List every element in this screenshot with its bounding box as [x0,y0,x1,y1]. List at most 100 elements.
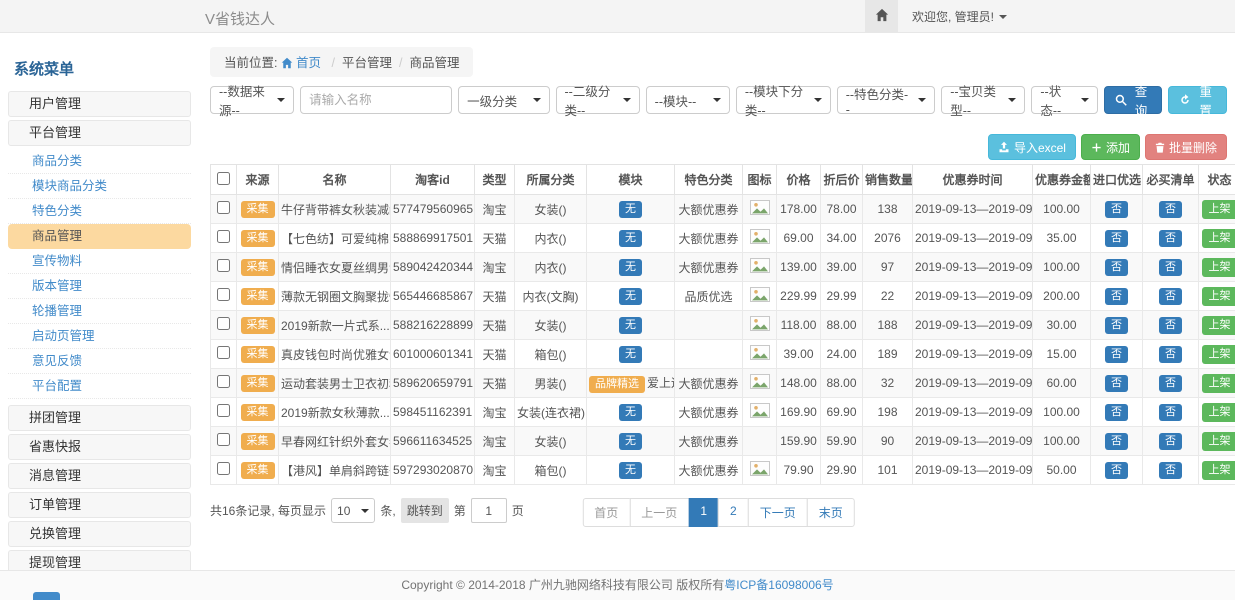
sidebar-item-goods-category[interactable]: 商品分类 [8,149,191,174]
status-badge[interactable]: 上架 [1202,374,1235,393]
row-checkbox[interactable] [217,433,230,446]
item-type-select[interactable]: --宝贝类型-- [941,86,1025,114]
status-badge[interactable]: 上架 [1202,200,1235,219]
status-select[interactable]: --状态-- [1031,86,1097,114]
status-badge[interactable]: 上架 [1202,229,1235,248]
sidebar-item-order-management[interactable]: 订单管理 [8,492,191,518]
back-to-top-button[interactable] [33,592,60,600]
module-badge: 无 [619,288,642,305]
name-input[interactable] [300,86,452,114]
import-select-badge[interactable]: 否 [1105,259,1128,276]
column-header-2: 淘客id [391,165,475,195]
status-badge[interactable]: 上架 [1202,287,1235,306]
sidebar-item-feature-category[interactable]: 特色分类 [8,199,191,224]
must-buy-badge[interactable]: 否 [1159,375,1182,392]
import-select-badge[interactable]: 否 [1105,288,1128,305]
import-select-badge[interactable]: 否 [1105,230,1128,247]
status-cell: 上架 [1199,427,1235,456]
batch-delete-button[interactable]: 批量删除 [1145,134,1227,160]
module-select[interactable]: --模块-- [646,86,730,114]
row-checkbox[interactable] [217,462,230,475]
user-menu[interactable]: 欢迎您, 管理员! [912,8,1007,25]
sidebar-item-exchange-management[interactable]: 兑换管理 [8,521,191,547]
column-header-15: 状态 [1199,165,1235,195]
sidebar-item-feedback[interactable]: 意见反馈 [8,349,191,374]
name-cell: 情侣睡衣女夏丝绸男士... [279,253,391,282]
coupon-time-cell: 2019-09-13—2019-09-19 [913,311,1033,340]
status-badge[interactable]: 上架 [1202,316,1235,335]
reset-button[interactable]: 重置 [1168,86,1227,114]
module-sub-category-select[interactable]: --模块下分类-- [736,86,831,114]
must-buy-badge[interactable]: 否 [1159,462,1182,479]
row-checkbox[interactable] [217,259,230,272]
sidebar-item-goods-management[interactable]: 商品管理 [8,224,191,249]
summary-mid: 条, [380,502,395,519]
plus-icon [1091,142,1102,153]
import-excel-button[interactable]: 导入excel [988,134,1076,160]
must-buy-badge[interactable]: 否 [1159,259,1182,276]
home-button[interactable] [865,0,898,33]
status-badge[interactable]: 上架 [1202,258,1235,277]
level2-category-select[interactable]: --二级分类-- [556,86,640,114]
must-buy-badge[interactable]: 否 [1159,433,1182,450]
status-badge[interactable]: 上架 [1202,432,1235,451]
import-select-badge[interactable]: 否 [1105,375,1128,392]
pager-page-2[interactable]: 2 [718,498,749,527]
pager-prev[interactable]: 上一页 [629,498,689,527]
status-badge[interactable]: 上架 [1202,403,1235,422]
status-badge[interactable]: 上架 [1202,461,1235,480]
sidebar-item-splash-page-management[interactable]: 启动页管理 [8,324,191,349]
import-select-badge[interactable]: 否 [1105,433,1128,450]
sidebar-item-carousel-management[interactable]: 轮播管理 [8,299,191,324]
import-select-badge[interactable]: 否 [1105,462,1128,479]
sidebar-menu: 用户管理平台管理商品分类模块商品分类特色分类商品管理宣传物料版本管理轮播管理启动… [8,91,191,570]
level1-category-select[interactable]: 一级分类 [458,86,549,114]
data-source-select[interactable]: --数据来源-- [210,86,294,114]
row-checkbox[interactable] [217,375,230,388]
sidebar-item-group-buy-management[interactable]: 拼团管理 [8,405,191,431]
search-button[interactable]: 查询 [1104,86,1163,114]
must-buy-badge[interactable]: 否 [1159,288,1182,305]
pager-last[interactable]: 末页 [807,498,855,527]
icp-link[interactable]: 粤ICP备16098006号 [724,578,833,592]
breadcrumb-home-link[interactable]: 首页 [281,56,325,70]
sidebar-item-platform-config[interactable]: 平台配置 [8,374,191,399]
sidebar-item-message-management[interactable]: 消息管理 [8,463,191,489]
import-select-badge[interactable]: 否 [1105,201,1128,218]
must-buy-badge[interactable]: 否 [1159,404,1182,421]
feature-category-select[interactable]: --特色分类-- [837,86,935,114]
sidebar-item-promo-materials[interactable]: 宣传物料 [8,249,191,274]
row-checkbox[interactable] [217,404,230,417]
import-select-badge[interactable]: 否 [1105,404,1128,421]
must-buy-badge[interactable]: 否 [1159,201,1182,218]
coupon-amount-cell: 50.00 [1033,456,1091,485]
status-cell: 上架 [1199,311,1235,340]
must-buy-badge[interactable]: 否 [1159,346,1182,363]
import-select-badge[interactable]: 否 [1105,346,1128,363]
column-header-10: 销售数量 [863,165,913,195]
pager-next[interactable]: 下一页 [748,498,808,527]
select-all-checkbox[interactable] [217,172,230,185]
pager-first[interactable]: 首页 [582,498,630,527]
category-cell: 箱包() [515,456,587,485]
pager-page-1[interactable]: 1 [688,498,719,527]
must-buy-badge[interactable]: 否 [1159,230,1182,247]
sidebar-item-module-goods-category[interactable]: 模块商品分类 [8,174,191,199]
jump-page-input[interactable] [471,498,507,523]
row-checkbox[interactable] [217,288,230,301]
sidebar-item-withdraw-management[interactable]: 提现管理 [8,550,191,570]
import-select-cell: 否 [1091,224,1143,253]
row-checkbox[interactable] [217,317,230,330]
row-checkbox[interactable] [217,201,230,214]
row-checkbox[interactable] [217,346,230,359]
sidebar-item-version-management[interactable]: 版本管理 [8,274,191,299]
row-checkbox[interactable] [217,230,230,243]
sidebar-item-platform-management[interactable]: 平台管理 [8,120,191,146]
add-button[interactable]: 添加 [1081,134,1140,160]
sidebar-item-saving-express[interactable]: 省惠快报 [8,434,191,460]
status-badge[interactable]: 上架 [1202,345,1235,364]
sidebar-item-user-management[interactable]: 用户管理 [8,91,191,117]
import-select-badge[interactable]: 否 [1105,317,1128,334]
must-buy-badge[interactable]: 否 [1159,317,1182,334]
per-page-select[interactable]: 10 [331,498,375,523]
